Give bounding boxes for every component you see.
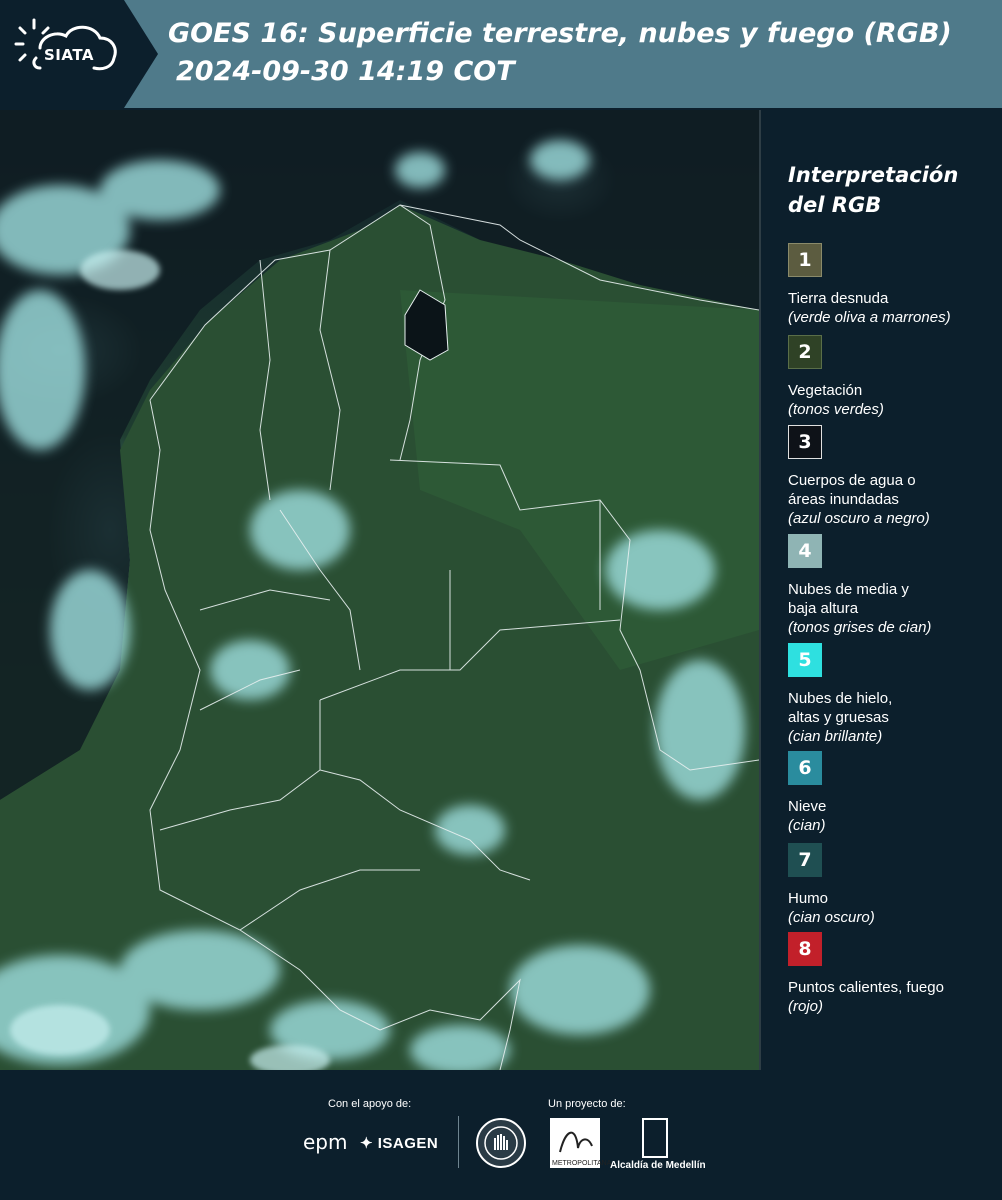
- page-title: GOES 16: Superficie terrestre, nubes y f…: [168, 18, 952, 49]
- legend-item-desc: (verde oliva a marrones): [788, 309, 951, 326]
- legend-title-line2: del RGB: [788, 193, 882, 217]
- legend-title-line1: Interpretación: [788, 163, 959, 187]
- legend-item-desc: (cian): [788, 817, 826, 834]
- legend-item-label: Tierra desnuda: [788, 290, 889, 307]
- footer-divider: [458, 1116, 459, 1168]
- siata-logo-text: SIATA: [44, 46, 95, 64]
- page: SIATA GOES 16: Superficie terrestre, nub…: [0, 0, 1002, 1200]
- legend-item-label: Cuerpos de agua o áreas inundadas: [788, 472, 916, 508]
- legend-item-label: Puntos calientes, fuego: [788, 979, 944, 996]
- seal-logo: [476, 1118, 526, 1168]
- rgb-legend: Interpretación del RGB: [788, 160, 993, 240]
- legend-item-mid-low-clouds: 4 Nubes de media y baja altura (tonos gr…: [788, 534, 993, 637]
- alcaldia-shield-icon: [642, 1118, 668, 1158]
- legend-title: Interpretación del RGB: [788, 160, 993, 220]
- legend-swatch: 1: [788, 243, 822, 277]
- footer: Con el apoyo de: Un proyecto de: epm ✦ I…: [0, 1072, 1002, 1200]
- legend-swatch: 3: [788, 425, 822, 459]
- project-label: Un proyecto de:: [548, 1098, 626, 1110]
- legend-swatch: 4: [788, 534, 822, 568]
- legend-swatch: 5: [788, 643, 822, 677]
- hand-icon: [484, 1126, 518, 1160]
- legend-item-desc: (rojo): [788, 998, 824, 1015]
- map-divider: [759, 110, 761, 1070]
- legend-item-desc: (tonos verdes): [788, 401, 884, 418]
- epm-logo: epm: [303, 1130, 348, 1154]
- map-outline-icon: [0, 110, 759, 1070]
- legend-item-desc: (cian brillante): [788, 728, 883, 745]
- satellite-map[interactable]: [0, 110, 759, 1070]
- legend-item-label: Nubes de media y baja altura: [788, 581, 909, 617]
- isagen-logo: ✦ ISAGEN: [360, 1135, 439, 1152]
- legend-swatch: 2: [788, 335, 822, 369]
- siata-logo: SIATA: [0, 0, 158, 108]
- legend-item-label: Nieve: [788, 798, 827, 815]
- legend-item-bare-soil: 1 Tierra desnuda (verde oliva a marrones…: [788, 243, 993, 327]
- legend-item-ice-clouds: 5 Nubes de hielo, altas y gruesas (cian …: [788, 643, 993, 746]
- support-label: Con el apoyo de:: [328, 1098, 412, 1110]
- legend-item-snow: 6 Nieve (cian): [788, 751, 993, 835]
- legend-item-vegetation: 2 Vegetación (tonos verdes): [788, 335, 993, 419]
- legend-swatch: 7: [788, 843, 822, 877]
- legend-item-label: Humo: [788, 890, 829, 907]
- legend-item-label: Nubes de hielo, altas y gruesas: [788, 690, 893, 726]
- legend-item-desc: (azul oscuro a negro): [788, 510, 930, 527]
- header-bar: SIATA GOES 16: Superficie terrestre, nub…: [0, 0, 1002, 108]
- legend-item-desc: (cian oscuro): [788, 909, 875, 926]
- legend-item-water: 3 Cuerpos de agua o áreas inundadas (azu…: [788, 425, 993, 528]
- area-logo-text: METROPOLITANA: [552, 1160, 612, 1167]
- alcaldia-text: Alcaldía de Medellín: [610, 1160, 706, 1171]
- legend-item-label: Vegetación: [788, 382, 863, 399]
- legend-swatch: 6: [788, 751, 822, 785]
- legend-item-smoke: 7 Humo (cian oscuro): [788, 843, 993, 927]
- legend-swatch: 8: [788, 932, 822, 966]
- page-timestamp: 2024-09-30 14:19 COT: [176, 56, 515, 87]
- isagen-text: ISAGEN: [377, 1135, 439, 1152]
- legend-item-desc: (tonos grises de cian): [788, 619, 932, 636]
- legend-item-fire: 8 Puntos calientes, fuego (rojo): [788, 932, 993, 1016]
